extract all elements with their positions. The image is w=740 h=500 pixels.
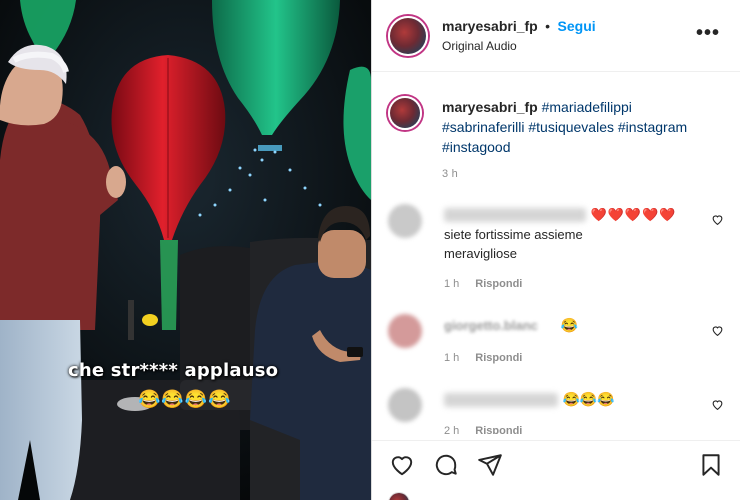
comment-time[interactable]: 1 h [444,352,459,364]
audio-label[interactable]: Original Audio [442,39,517,53]
video-caption-emoji: 😂😂😂😂 [138,389,232,409]
hashtag[interactable]: #instagood [442,139,511,155]
post-sidebar: maryesabri_fp • Segui Original Audio •••… [372,0,740,500]
comment-time[interactable]: 2 h [444,425,459,434]
video-frame [0,0,371,500]
reply-button[interactable]: Rispondi [475,352,522,364]
like-comment-heart-icon[interactable] [711,213,724,229]
more-options-icon[interactable]: ••• [696,23,720,43]
comment-meta: 1 h Rispondi [444,352,522,364]
header-title-row: maryesabri_fp • Segui [442,18,596,36]
comment-line: 😂😂😂 [444,391,615,409]
avatar-image [390,98,420,128]
description-avatar[interactable] [388,96,422,130]
comment-emoji: ❤️❤️❤️❤️❤️ [590,207,677,222]
comment-text: meravigliose [444,246,517,261]
like-comment-heart-icon[interactable] [711,324,724,340]
commenter-avatar[interactable] [388,388,422,422]
author-username[interactable]: maryesabri_fp [442,18,538,34]
hashtag[interactable]: #sabrinaferilli [442,119,524,135]
video-player[interactable]: che str**** applauso 😂😂😂😂 [0,0,371,500]
follow-button[interactable]: Segui [558,18,596,34]
comment-bubble-icon[interactable] [433,452,459,478]
action-bar [372,440,740,500]
comment-meta: 2 h Rispondi [444,425,522,434]
avatar-image [390,18,426,54]
separator-dot: • [545,18,551,34]
comment-emoji: 😂😂😂 [562,391,615,407]
share-paper-plane-icon[interactable] [477,452,503,478]
post-time[interactable]: 3 h [442,168,458,180]
hashtag[interactable]: #tusiquevales [528,119,614,135]
description-username[interactable]: maryesabri_fp [442,99,538,115]
comment-text: siete fortissime assieme [444,227,583,242]
comment-meta: 1 h Rispondi [444,278,522,290]
commenter-avatar[interactable] [388,314,422,348]
author-avatar[interactable] [388,16,428,56]
commenter-name[interactable] [444,207,586,222]
like-comment-heart-icon[interactable] [711,398,724,414]
reply-button[interactable]: Rispondi [475,425,522,434]
save-bookmark-icon[interactable] [698,452,724,478]
commenter-name[interactable] [444,392,558,407]
video-caption: che str**** applauso [68,360,279,381]
commenter-name[interactable]: giorgetto.blanc [444,318,556,333]
post-description: maryesabri_fp #mariadefilippi #sabrinafe… [442,97,732,157]
hashtag[interactable]: #mariadefilippi [542,99,632,115]
like-heart-icon[interactable] [389,452,415,478]
reply-button[interactable]: Rispondi [475,278,522,290]
hashtag[interactable]: #instagram [618,119,687,135]
comment-emoji: 😂 [560,317,578,333]
comment-line: ❤️❤️❤️❤️❤️ [444,206,676,224]
post-header: maryesabri_fp • Segui Original Audio ••• [372,0,740,72]
comment-time[interactable]: 1 h [444,278,459,290]
commenter-avatar[interactable] [388,204,422,238]
comment-line: giorgetto.blanc 😂 [444,317,578,335]
avatar-image [389,493,409,500]
